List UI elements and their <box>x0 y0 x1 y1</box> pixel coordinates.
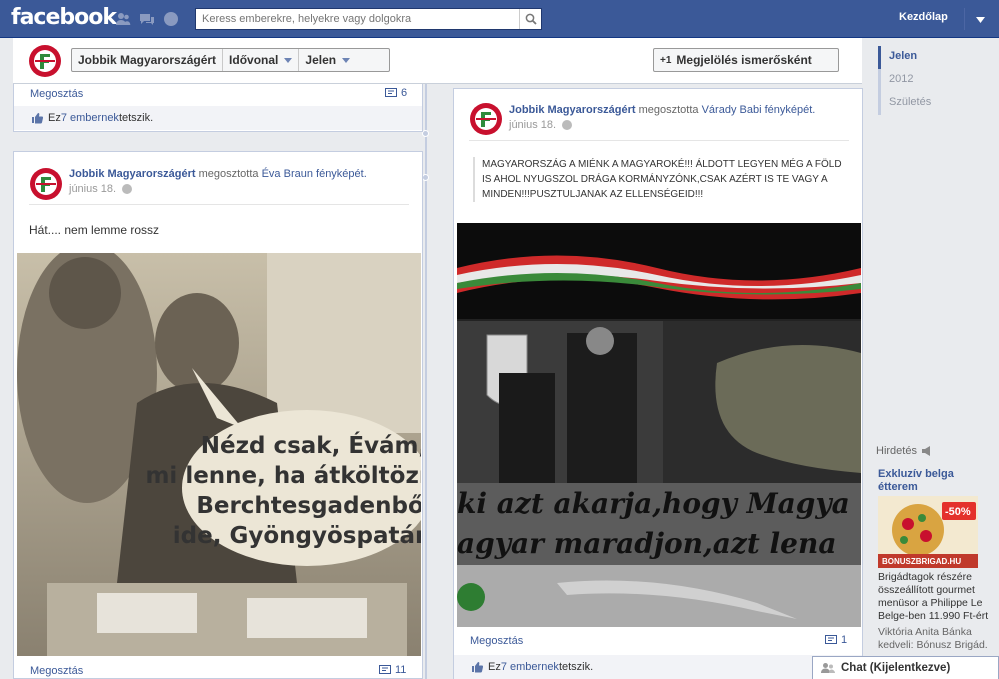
comment-count-value: 6 <box>401 87 408 99</box>
chevron-down-icon <box>284 57 293 63</box>
share-link[interactable]: Megosztás <box>30 88 83 100</box>
post-photo[interactable]: Nézd csak, Évám, mi lenne, ha átköltözné… <box>17 253 421 656</box>
post-quote: MAGYARORSZÁG A MIÉNK A MAGYAROKÉ!!! ÁLDO… <box>473 157 843 202</box>
post-date-line: június 18. <box>69 183 133 195</box>
chat-bar[interactable]: Chat (Kijelentkezve) <box>812 656 999 679</box>
post-photo[interactable]: ki azt akarja,hogy Magya agyar maradjon,… <box>457 223 861 627</box>
post-author-line: Jobbik Magyarországért megosztotta Éva B… <box>69 168 367 180</box>
likes-prefix: Ez <box>48 112 61 124</box>
plus-one-icon: +1 <box>660 54 672 66</box>
divider <box>469 140 849 141</box>
likes-suffix: tetszik. <box>118 112 154 124</box>
share-link[interactable]: Megosztás <box>30 665 83 677</box>
shared-photo-link[interactable]: Várady Babi fényképét. <box>702 104 816 116</box>
home-link[interactable]: Kezdőlap <box>899 11 948 23</box>
image-text-line-2: agyar maradjon,azt lena <box>457 527 836 560</box>
top-bar: facebook Kezdőlap <box>0 0 999 38</box>
post-author-line: Jobbik Magyarországért megosztotta Várad… <box>509 104 815 116</box>
globe-icon <box>122 184 133 194</box>
now-label: Jelen <box>305 53 337 67</box>
timeline-dropdown[interactable]: Idővonal <box>222 49 298 71</box>
ad-food-image: BONUSZBRIGAD.HU -50% <box>878 496 978 568</box>
notification-jewels <box>114 11 179 26</box>
thumbs-up-icon <box>472 662 483 673</box>
post-author[interactable]: Jobbik Magyarországért <box>69 168 196 180</box>
year-navigation: Jelen 2012 Születés <box>878 46 931 115</box>
likes-people-link[interactable]: 7 embernek <box>501 661 559 673</box>
chat-label: Chat (Kijelentkezve) <box>841 662 951 674</box>
year-item-now[interactable]: Jelen <box>878 46 931 69</box>
mark-as-friend-button[interactable]: +1 Megjelölés ismerősként <box>653 48 839 72</box>
share-link[interactable]: Megosztás <box>470 635 523 647</box>
chat-users-icon <box>821 663 835 673</box>
megaphone-icon <box>921 446 930 456</box>
facebook-logo[interactable]: facebook <box>11 5 117 30</box>
year-item-2012[interactable]: 2012 <box>881 69 931 92</box>
likes-suffix: tetszik. <box>558 661 594 673</box>
search-icon <box>525 13 537 25</box>
shared-text: megosztotta <box>195 168 262 180</box>
search-button[interactable] <box>519 9 541 29</box>
comment-count[interactable]: 11 <box>379 664 406 676</box>
page-nav-group: Jobbik Magyarországért Idővonal Jelen <box>71 48 390 72</box>
globe-icon <box>562 120 573 130</box>
post-card-eva-braun: Jobbik Magyarországért megosztotta Éva B… <box>13 151 423 679</box>
ad-brand: BONUSZBRIGAD.HU <box>882 557 961 566</box>
divider <box>29 204 409 205</box>
meme-text-line-3: Berchtesgadenből <box>196 493 421 519</box>
caret-down-icon <box>975 17 985 23</box>
meme-text-line-1: Nézd csak, Évám, <box>201 431 421 459</box>
mark-as-friend-label: Megjelölés ismerősként <box>676 53 812 67</box>
likes-bar: Ez 7 embernek tetszik. <box>454 655 862 679</box>
post-author[interactable]: Jobbik Magyarországért <box>509 104 636 116</box>
post-card-previous: Megosztás 6 Ez 7 embernek tetszik. <box>13 84 423 132</box>
comment-count-value: 1 <box>841 634 848 646</box>
now-dropdown[interactable]: Jelen <box>298 49 356 71</box>
search-box <box>195 8 542 30</box>
timeline-label: Idővonal <box>229 53 279 67</box>
comment-icon <box>385 87 397 97</box>
post-date-line: június 18. <box>509 119 573 131</box>
year-item-birth[interactable]: Születés <box>881 92 931 115</box>
image-text-line-1: ki azt akarja,hogy Magya <box>457 487 850 520</box>
timeline-dot <box>422 174 429 181</box>
author-avatar[interactable] <box>469 102 503 136</box>
account-menu-button[interactable] <box>970 13 990 27</box>
meme-text-line-2: mi lenne, ha átköltöznénk <box>145 463 421 489</box>
ad-social-context: Viktória Anita Bánka kedveli: Bónusz Bri… <box>878 626 988 651</box>
friend-requests-icon[interactable] <box>114 11 131 26</box>
comment-icon <box>379 664 391 674</box>
meme-text-line-4: ide, Gyöngyöspatára? <box>173 523 421 549</box>
shared-text: megosztotta <box>635 104 702 116</box>
jobbik-logo[interactable] <box>28 44 62 78</box>
search-input[interactable] <box>196 9 516 29</box>
post-card-varady-babi: Jobbik Magyarországért megosztotta Várad… <box>453 88 863 679</box>
ad-header: Hirdetés <box>876 445 933 457</box>
page-header: Jobbik Magyarországért Idővonal Jelen +1… <box>13 38 862 84</box>
ad-text: Brigádtagok részére összeállított gourme… <box>878 571 989 622</box>
post-date[interactable]: június 18. <box>509 119 556 131</box>
chevron-down-icon <box>342 57 351 63</box>
timeline-dot <box>422 130 429 137</box>
comment-count-value: 11 <box>395 664 407 676</box>
ad-discount-badge: -50% <box>945 506 971 518</box>
ad-image[interactable]: BONUSZBRIGAD.HU -50% <box>878 496 978 568</box>
comment-count[interactable]: 1 <box>825 634 847 646</box>
post-caption: Hát.... nem lemme rossz <box>29 223 160 237</box>
ad-title[interactable]: Exkluzív belga étterem <box>878 468 990 494</box>
likes-bar: Ez 7 embernek tetszik. <box>14 106 422 130</box>
author-avatar[interactable] <box>29 167 63 201</box>
messages-icon[interactable] <box>138 11 155 26</box>
thumbs-up-icon <box>32 113 43 124</box>
post-date[interactable]: június 18. <box>69 183 116 195</box>
nav-divider <box>964 8 965 30</box>
comment-icon <box>825 634 837 644</box>
likes-people-link[interactable]: 7 embernek <box>61 112 119 124</box>
page-name-button[interactable]: Jobbik Magyarországért <box>72 49 222 71</box>
likes-prefix: Ez <box>488 661 501 673</box>
comment-count[interactable]: 6 <box>385 87 407 99</box>
shared-photo-link[interactable]: Éva Braun fényképét. <box>262 168 367 180</box>
notifications-globe-icon[interactable] <box>162 11 179 26</box>
ad-header-label[interactable]: Hirdetés <box>876 445 917 457</box>
